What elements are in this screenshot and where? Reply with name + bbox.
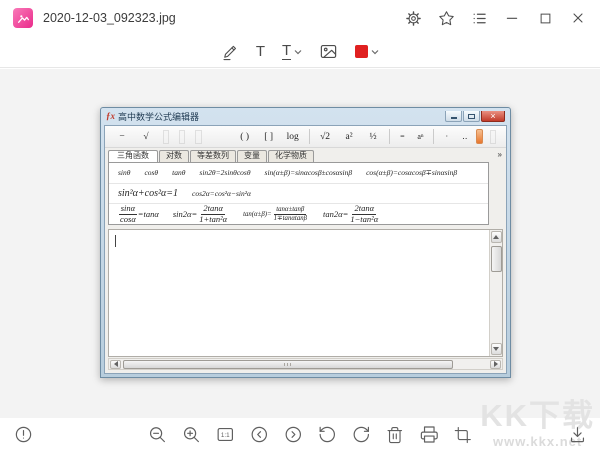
settings-gear-icon[interactable] xyxy=(404,9,422,27)
toolbar-overflow-chevron[interactable]: » xyxy=(498,151,502,159)
favorite-star-icon[interactable] xyxy=(437,9,455,27)
formula-item[interactable]: tanθ xyxy=(172,168,185,177)
horizontal-scroll-thumb[interactable] xyxy=(123,359,453,369)
log-button[interactable]: log xyxy=(283,128,303,145)
formula-item[interactable]: sin²α+cos²α=1 xyxy=(118,188,178,199)
formula-item[interactable]: tan2α= 2tanα 1−tan²α xyxy=(323,204,380,224)
text-tool-icon[interactable]: T xyxy=(256,44,265,59)
insert-picture-button[interactable] xyxy=(475,129,483,144)
editor-tabs: 三角函数 对数 等差数列 变量 化学物质 » xyxy=(105,148,506,162)
scroll-left-arrow[interactable] xyxy=(110,359,121,369)
color-picker[interactable] xyxy=(355,45,379,58)
text-tool-label: T xyxy=(255,43,265,60)
tab-logarithm[interactable]: 对数 xyxy=(159,150,189,162)
vertical-scroll-thumb[interactable] xyxy=(490,246,502,272)
color-swatch-red xyxy=(355,45,369,58)
formula-editor-icon: ƒx xyxy=(106,111,115,121)
formula-item[interactable]: sin(α±β)=sinαcosβ±cosαsinβ xyxy=(265,168,353,177)
svg-text:1:1: 1:1 xyxy=(220,432,229,439)
rotate-left-icon[interactable] xyxy=(317,425,337,445)
zoom-in-icon[interactable] xyxy=(181,425,201,445)
formula-item[interactable]: cos(α±β)=cosαcosβ∓sinαsinβ xyxy=(366,168,457,177)
sqrt2-button[interactable]: √2 xyxy=(315,128,335,145)
bottom-toolbar: 1:1 xyxy=(0,418,600,451)
editor-title: 高中数学公式编辑器 xyxy=(118,112,200,122)
formula-item[interactable]: sinθ xyxy=(118,168,130,177)
formula-row-1: sinθ cosθ tanθ sin2θ=2sinθcosθ sin(α±β)=… xyxy=(109,163,488,184)
text-caret xyxy=(115,235,116,247)
list-menu-icon[interactable] xyxy=(470,9,488,27)
horizontal-scrollbar[interactable] xyxy=(108,358,503,370)
formula-row-3: sinα cosα =tanα sin2α= 2tanα 1+tan²α tan(α… xyxy=(109,204,488,224)
chevron-down-icon xyxy=(371,49,379,54)
double-dot-button[interactable]: ‥ xyxy=(458,128,472,145)
formula-item[interactable]: sin2θ=2sinθcosθ xyxy=(199,168,250,177)
pencil-icon[interactable] xyxy=(221,43,239,61)
annotation-toolbar: T T xyxy=(0,36,600,68)
editor-body: − √ ( ) [ ] log √2 a² ½ = aⁿ · ‥ 三角函数 对数… xyxy=(104,125,507,374)
tab-trigonometric[interactable]: 三角函数 xyxy=(108,150,158,162)
template-button-1[interactable] xyxy=(163,129,170,144)
formula-item[interactable]: tan(α±β)= tanα±tanβ 1∓tanαtanβ xyxy=(243,206,309,222)
editor-titlebar[interactable]: ƒx 高中数学公式编辑器 × xyxy=(104,108,507,125)
close-icon[interactable] xyxy=(569,9,587,27)
formula-panel: sinθ cosθ tanθ sin2θ=2sinθcosθ sin(α±β)=… xyxy=(108,162,489,225)
parentheses-button[interactable]: ( ) xyxy=(235,128,255,145)
editor-minimize-button[interactable] xyxy=(445,111,462,122)
half-fraction-button[interactable]: ½ xyxy=(363,128,383,145)
delete-trash-icon[interactable] xyxy=(385,425,405,445)
sqrt-button[interactable]: √ xyxy=(136,128,156,145)
vertical-scrollbar[interactable] xyxy=(489,230,502,356)
template-button-2[interactable] xyxy=(179,129,186,144)
brackets-button[interactable]: [ ] xyxy=(259,128,279,145)
scroll-down-arrow[interactable] xyxy=(490,343,502,355)
tab-chemicals[interactable]: 化学物质 xyxy=(268,150,314,162)
editor-formula-toolbar: − √ ( ) [ ] log √2 a² ½ = aⁿ · ‥ xyxy=(105,126,506,148)
zoom-out-icon[interactable] xyxy=(147,425,167,445)
actual-size-icon[interactable]: 1:1 xyxy=(215,425,235,445)
template-button-4[interactable] xyxy=(489,129,497,144)
info-icon[interactable] xyxy=(13,425,33,445)
image-filename: 2020-12-03_092323.jpg xyxy=(43,11,176,25)
scroll-up-arrow[interactable] xyxy=(490,231,502,243)
previous-image-icon[interactable] xyxy=(249,425,269,445)
formula-item[interactable]: cosθ xyxy=(144,168,158,177)
crop-icon[interactable] xyxy=(453,425,473,445)
formula-item[interactable]: sinα cosα =tanα xyxy=(118,204,159,224)
formula-editor-window: ƒx 高中数学公式编辑器 × − √ ( ) [ ] log √2 a² ½ =… xyxy=(100,107,511,378)
print-icon[interactable] xyxy=(419,425,439,445)
fraction-bar-button[interactable]: − xyxy=(112,128,132,145)
rotate-right-icon[interactable] xyxy=(351,425,371,445)
tab-variables[interactable]: 变量 xyxy=(237,150,267,162)
power-template-button[interactable]: aⁿ xyxy=(413,128,427,145)
chevron-down-icon xyxy=(294,49,302,54)
maximize-icon[interactable] xyxy=(536,9,554,27)
editor-close-button[interactable]: × xyxy=(481,111,505,122)
scroll-right-arrow[interactable] xyxy=(490,359,501,369)
app-titlebar: 2020-12-03_092323.jpg xyxy=(0,0,600,36)
app-logo-icon xyxy=(13,8,33,28)
image-canvas[interactable]: ƒx 高中数学公式编辑器 × − √ ( ) [ ] log √2 a² ½ =… xyxy=(0,69,600,418)
underline-tool-label: T xyxy=(282,42,292,60)
formula-item[interactable]: cos2α=cos²α−sin²α xyxy=(192,189,251,198)
template-button-3[interactable] xyxy=(195,129,202,144)
minimize-icon[interactable] xyxy=(503,9,521,27)
editor-maximize-button[interactable] xyxy=(463,111,480,122)
tab-arithmetic-sequence[interactable]: 等差数列 xyxy=(190,150,236,162)
square-button[interactable]: a² xyxy=(339,128,359,145)
download-icon[interactable] xyxy=(567,425,587,445)
formula-item[interactable]: sin2α= 2tanα 1+tan²α xyxy=(173,204,229,224)
underline-text-tool[interactable]: T xyxy=(282,43,302,60)
formula-row-2: sin²α+cos²α=1 cos2α=cos²α−sin²α xyxy=(109,184,488,205)
dot-button[interactable]: · xyxy=(440,128,454,145)
insert-image-icon[interactable] xyxy=(319,42,338,61)
equals-button[interactable]: = xyxy=(395,128,409,145)
formula-text-area[interactable] xyxy=(108,229,503,357)
next-image-icon[interactable] xyxy=(283,425,303,445)
